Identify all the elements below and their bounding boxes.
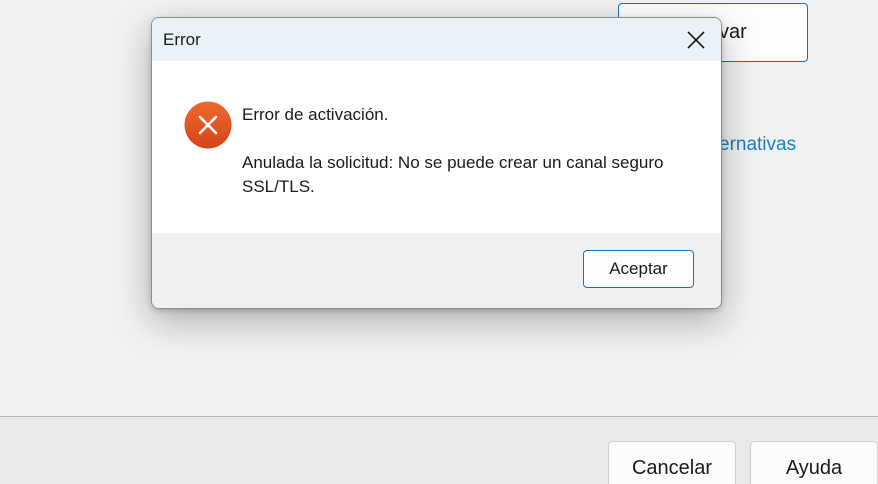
- close-button[interactable]: [671, 18, 721, 61]
- close-icon: [687, 30, 705, 49]
- activate-button-label: var: [719, 21, 747, 43]
- accept-button-label: Aceptar: [609, 259, 668, 278]
- dialog-title: Error: [163, 30, 201, 49]
- help-button[interactable]: Ayuda: [750, 441, 878, 484]
- error-message-title: Error de activación.: [242, 105, 389, 124]
- background-footer: [0, 417, 878, 484]
- error-message-detail: Anulada la solicitud: No se puede crear …: [242, 153, 664, 196]
- cancel-button[interactable]: Cancelar: [608, 441, 736, 484]
- dialog-footer: Aceptar: [152, 233, 721, 308]
- accept-button[interactable]: Aceptar: [583, 250, 694, 288]
- dialog-content: Error de activación. Anulada la solicitu…: [152, 61, 721, 233]
- error-icon: [184, 101, 232, 149]
- alternatives-link-container: ernativas: [721, 130, 878, 164]
- help-button-label: Ayuda: [785, 457, 843, 479]
- alternatives-link[interactable]: ernativas: [721, 134, 796, 156]
- error-dialog: Error Error de activación. Anulada la so…: [151, 17, 722, 309]
- screen: var ernativas Cancelar Ayuda Error Error…: [0, 0, 878, 484]
- cancel-button-label: Cancelar: [631, 457, 713, 479]
- dialog-titlebar[interactable]: Error: [152, 18, 721, 61]
